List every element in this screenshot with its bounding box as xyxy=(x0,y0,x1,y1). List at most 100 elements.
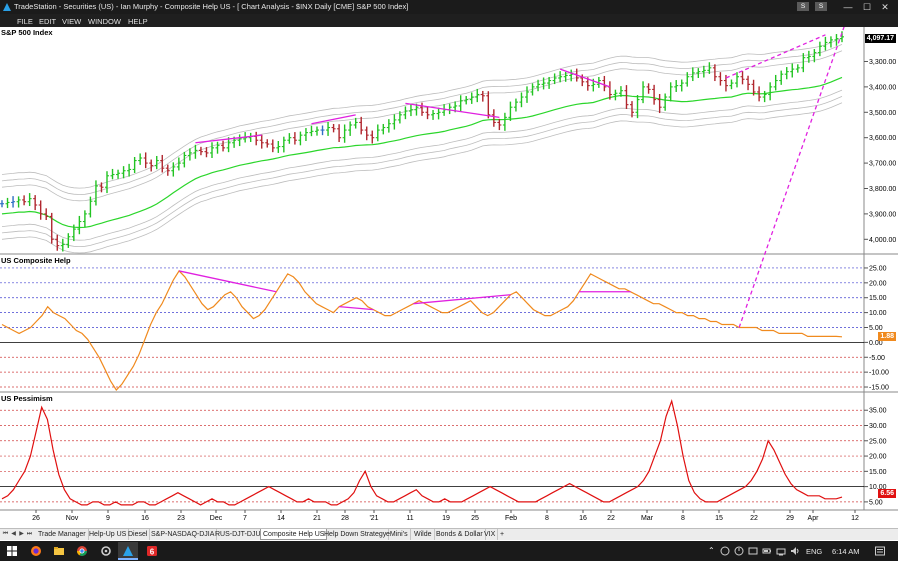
pessimism-pane-title: US Pessimism xyxy=(1,394,53,403)
price-axis-tick-label: 3,700.00 xyxy=(869,161,896,168)
time-axis-label: 28 xyxy=(341,515,349,522)
mini-s1-button[interactable]: S xyxy=(797,2,809,11)
price-axis-tick-label: 4,000.00 xyxy=(869,237,896,244)
chart-area[interactable]: 4,000.00 3,900.00 3,800.00 3,700.00 3,600.00… xyxy=(0,27,898,528)
windows-start-icon[interactable] xyxy=(6,545,18,557)
time-axis-label: 12 xyxy=(851,515,859,522)
time-axis-label: Mar xyxy=(641,515,654,522)
tab-rus-djt-dju[interactable]: RUS-DJT-DJU xyxy=(213,529,264,540)
tradestation-logo-icon xyxy=(3,3,11,11)
time-axis-label: Dec xyxy=(210,515,223,522)
composite-axis-tick-label: 15.00 xyxy=(869,295,887,302)
price-last-value-label: 4,097.17 xyxy=(864,34,896,43)
firefox-icon[interactable] xyxy=(30,545,42,557)
tab-diesel[interactable]: Diesel xyxy=(126,529,151,540)
menu-bar: FILE EDIT VIEW WINDOW HELP xyxy=(0,14,898,27)
chrome-icon[interactable] xyxy=(76,545,88,557)
workspace-tab-bar: ⏮ ◀ ▶ ⏭ Trade Manager Help-Up US Diesel … xyxy=(0,528,898,540)
clock[interactable]: 6:14 AM xyxy=(832,547,860,556)
tradestation-icon[interactable] xyxy=(122,545,134,557)
tab-vix[interactable]: VIX xyxy=(482,529,499,540)
pessimism-axis-tick-label: 20.00 xyxy=(869,454,887,461)
tab-eminis[interactable]: eMini's xyxy=(384,529,411,540)
price-pane-title: S&P 500 Index xyxy=(1,28,53,37)
composite-last-value-label: 1.88 xyxy=(878,332,896,341)
os-taskbar: 6 ⌃ ENG 6:14 AM xyxy=(0,541,898,561)
composite-pane-title: US Composite Help xyxy=(1,256,71,265)
time-axis-label: 16 xyxy=(141,515,149,522)
time-axis-label: Feb xyxy=(505,515,517,522)
composite-axis-tick-label: 20.00 xyxy=(869,280,887,287)
time-axis-label: 9 xyxy=(106,515,110,522)
file-explorer-icon[interactable] xyxy=(53,545,65,557)
window-title: TradeStation - Securities (US) - Ian Mur… xyxy=(14,2,409,11)
battery-icon[interactable] xyxy=(762,546,772,556)
tray-app-icon[interactable] xyxy=(720,546,730,556)
tab-sp-nasdaq-djia[interactable]: S&P-NASDAQ-DJIA xyxy=(149,529,218,540)
tab-bonds-dollar[interactable]: Bonds & Dollar xyxy=(434,529,486,540)
price-axis-tick-label: 3,500.00 xyxy=(869,110,896,117)
composite-axis-tick-label: -10.00 xyxy=(869,370,889,377)
time-axis-label: 25 xyxy=(471,515,479,522)
tradestation-six-icon[interactable]: 6 xyxy=(146,545,158,557)
tab-help-up-us[interactable]: Help-Up US xyxy=(87,529,130,540)
volume-icon[interactable] xyxy=(790,546,800,556)
pessimism-last-value-label: 6.56 xyxy=(878,489,896,498)
composite-axis-tick-label: 10.00 xyxy=(869,310,887,317)
tab-first-icon[interactable]: ⏮ xyxy=(2,530,9,539)
price-axis-tick-label: 3,300.00 xyxy=(869,59,896,66)
menu-window[interactable]: WINDOW xyxy=(88,17,121,26)
time-axis-label: 22 xyxy=(607,515,615,522)
time-axis-label: 22 xyxy=(750,515,758,522)
notifications-icon[interactable] xyxy=(874,545,886,557)
tray-app-icon[interactable] xyxy=(734,546,744,556)
close-button[interactable]: ✕ xyxy=(872,0,898,14)
time-axis-label: 23 xyxy=(177,515,185,522)
time-axis-label: 21 xyxy=(313,515,321,522)
composite-axis-tick-label: -15.00 xyxy=(869,385,889,392)
add-tab-button[interactable]: + xyxy=(498,529,506,540)
time-axis-label: '21 xyxy=(369,515,378,522)
svg-text:6: 6 xyxy=(150,547,155,556)
settings-icon[interactable] xyxy=(100,545,112,557)
time-axis-label: Apr xyxy=(808,515,820,522)
language-indicator[interactable]: ENG xyxy=(806,547,822,556)
price-axis-tick-label: 3,400.00 xyxy=(869,84,896,91)
composite-axis-tick-label: 25.00 xyxy=(869,265,887,272)
pessimism-axis-tick-label: 35.00 xyxy=(869,408,887,415)
time-axis-label: 11 xyxy=(406,515,413,522)
time-axis-label: Nov xyxy=(66,515,79,522)
price-axis-tick-label: 3,800.00 xyxy=(869,186,896,193)
tray-app-icon[interactable] xyxy=(748,546,758,556)
pessimism-axis-tick-label: 15.00 xyxy=(869,469,887,476)
time-axis-label: 14 xyxy=(277,515,285,522)
title-bar: TradeStation - Securities (US) - Ian Mur… xyxy=(0,0,898,14)
tray-overflow-icon[interactable]: ⌃ xyxy=(708,546,715,555)
time-axis-label: 16 xyxy=(579,515,587,522)
time-axis-label: 7 xyxy=(243,515,247,522)
price-axis-tick-label: 3,600.00 xyxy=(869,135,896,142)
time-axis-label: 15 xyxy=(715,515,723,522)
time-axis-label: 19 xyxy=(442,515,450,522)
pessimism-axis-tick-label: 5.00 xyxy=(869,499,883,506)
mini-s2-button[interactable]: S xyxy=(815,2,827,11)
menu-help[interactable]: HELP xyxy=(128,17,148,26)
menu-edit[interactable]: EDIT xyxy=(39,17,56,26)
time-axis-label: 8 xyxy=(545,515,549,522)
price-axis-tick-label: 3,900.00 xyxy=(869,211,896,218)
tab-composite-help-us[interactable]: Composite Help US xyxy=(260,529,328,540)
tab-wilde[interactable]: Wilde xyxy=(412,529,435,540)
tab-next-icon[interactable]: ▶ xyxy=(18,530,25,539)
time-axis-label: 29 xyxy=(786,515,794,522)
pessimism-axis-tick-label: 30.00 xyxy=(869,423,887,430)
tab-trade-manager[interactable]: Trade Manager xyxy=(36,529,89,540)
tab-last-icon[interactable]: ⏭ xyxy=(26,530,33,539)
tab-help-down-strategy[interactable]: Help Down Strategy xyxy=(322,529,390,540)
menu-file[interactable]: FILE xyxy=(17,17,33,26)
time-axis-label: 26 xyxy=(32,515,40,522)
menu-view[interactable]: VIEW xyxy=(62,17,81,26)
tab-prev-icon[interactable]: ◀ xyxy=(10,530,17,539)
time-axis-label: 8 xyxy=(681,515,685,522)
network-icon[interactable] xyxy=(776,546,786,556)
tradestation-window: TradeStation - Securities (US) - Ian Mur… xyxy=(0,0,898,561)
